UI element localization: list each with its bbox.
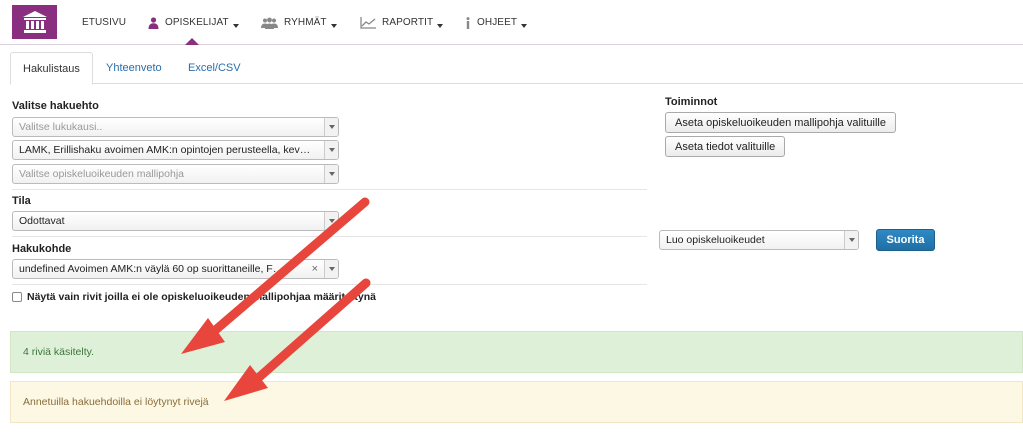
nav-ohjeet-label: OHJEET (477, 17, 518, 28)
semester-select[interactable]: Valitse lukukausi.. (12, 117, 339, 137)
tab-hakulistaus[interactable]: Hakulistaus (10, 52, 93, 85)
nav-etusivu-label: ETUSIVU (82, 17, 127, 28)
divider (12, 236, 647, 237)
group-icon (261, 17, 278, 29)
nav-etusivu[interactable]: ETUSIVU (82, 0, 126, 45)
top-navbar: ETUSIVU OPISKELIJAT RYHMÄT RAPORTIT OHJE… (0, 0, 1023, 45)
chevron-down-icon (324, 118, 338, 136)
operation-select-value: Luo opiskeluoikeudet (666, 234, 765, 246)
caret-down-icon (232, 24, 239, 28)
semester-select-value: Valitse lukukausi.. (19, 121, 103, 133)
warning-alert-text: Annetuilla hakuehdoilla ei löytynyt rive… (23, 396, 209, 408)
nav-ohjeet[interactable]: OHJEET (465, 0, 528, 45)
chevron-down-icon (324, 260, 338, 278)
filter-checkbox-label: Näytä vain rivit joilla ei ole opiskeluo… (27, 291, 376, 303)
nav-raportit-label: RAPORTIT (382, 17, 434, 28)
tab-excel-csv-label: Excel/CSV (188, 62, 241, 74)
nav-raportit[interactable]: RAPORTIT (360, 0, 444, 45)
caret-down-icon (330, 24, 337, 28)
tab-hakulistaus-label: Hakulistaus (23, 62, 80, 75)
caret-down-icon (521, 24, 528, 28)
actions-label: Toiminnot (665, 96, 718, 108)
status-select-value: Odottavat (19, 215, 65, 227)
tab-yhteenveto[interactable]: Yhteenveto (94, 52, 174, 84)
set-template-button[interactable]: Aseta opiskeluoikeuden mallipohja valitu… (665, 112, 896, 133)
filter-checkbox[interactable] (12, 292, 22, 302)
template-select-value: Valitse opiskeluoikeuden mallipohja (19, 168, 184, 180)
nav-ryhmat-label: RYHMÄT (284, 17, 327, 28)
home-logo[interactable] (12, 5, 57, 39)
set-details-button-label: Aseta tiedot valituille (675, 140, 776, 153)
chevron-down-icon (844, 231, 858, 249)
template-select[interactable]: Valitse opiskeluoikeuden mallipohja (12, 164, 339, 184)
run-button-label: Suorita (886, 234, 925, 246)
chart-icon (360, 16, 376, 29)
person-icon (148, 16, 159, 29)
search-criteria-label: Valitse hakuehto (12, 100, 99, 112)
status-label: Tila (12, 195, 31, 207)
chevron-down-icon (324, 212, 338, 230)
chevron-down-icon (324, 165, 338, 183)
filter-checkbox-row[interactable]: Näytä vain rivit joilla ei ole opiskeluo… (12, 291, 376, 303)
target-label: Hakukohde (12, 243, 72, 255)
target-select[interactable]: undefined Avoimen AMK:n väylä 60 op suor… (12, 259, 339, 279)
tab-yhteenveto-label: Yhteenveto (106, 62, 162, 74)
operation-select[interactable]: Luo opiskeluoikeudet (659, 230, 859, 250)
set-template-button-label: Aseta opiskeluoikeuden mallipohja valitu… (675, 116, 886, 129)
institution-icon (22, 11, 47, 33)
tab-excel-csv[interactable]: Excel/CSV (176, 52, 253, 84)
warning-alert: Annetuilla hakuehdoilla ei löytynyt rive… (10, 381, 1023, 423)
clear-icon[interactable]: × (312, 260, 318, 278)
divider (12, 284, 647, 285)
run-button[interactable]: Suorita (876, 229, 935, 251)
caret-down-icon (437, 24, 444, 28)
nav-ryhmat[interactable]: RYHMÄT (261, 0, 337, 45)
active-nav-indicator (185, 38, 199, 45)
nav-opiskelijat-label: OPISKELIJAT (165, 17, 229, 28)
target-select-value: undefined Avoimen AMK:n väylä 60 op suor… (19, 263, 284, 275)
success-alert: 4 riviä käsitelty. (10, 331, 1023, 373)
info-icon (465, 16, 471, 29)
status-select[interactable]: Odottavat (12, 211, 339, 231)
success-alert-text: 4 riviä käsitelty. (23, 346, 94, 358)
application-select-value: LAMK, Erillishaku avoimen AMK:n opintoje… (19, 144, 311, 156)
view-tabs: Hakulistaus Yhteenveto Excel/CSV (10, 52, 1023, 85)
divider (12, 189, 647, 190)
set-details-button[interactable]: Aseta tiedot valituille (665, 136, 786, 157)
application-select[interactable]: LAMK, Erillishaku avoimen AMK:n opintoje… (12, 140, 339, 160)
chevron-down-icon (324, 141, 338, 159)
